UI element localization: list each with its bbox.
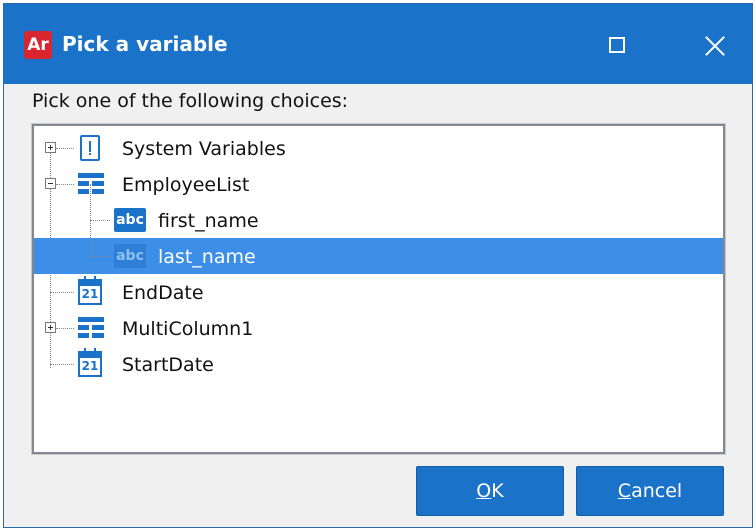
close-icon <box>704 35 726 57</box>
tree-item-label: MultiColumn1 <box>122 318 254 340</box>
text-variable-icon: abc <box>114 208 146 232</box>
tree-item-system-variables[interactable]: System Variables <box>34 130 723 166</box>
calendar-icon: 21 <box>78 348 102 377</box>
tree-item-enddate[interactable]: 21 EndDate <box>34 274 723 310</box>
tree-item-employeelist[interactable]: EmployeeList <box>34 166 723 202</box>
tree-item-label: EmployeeList <box>122 174 250 196</box>
tree-connector-line <box>90 238 91 256</box>
app-logo-icon: Ar <box>24 31 52 59</box>
table-icon <box>78 317 104 339</box>
tree-item-startdate[interactable]: 21 StartDate <box>34 346 723 382</box>
cancel-button[interactable]: Cancel <box>576 466 724 516</box>
close-button[interactable] <box>694 26 734 66</box>
ok-label: K <box>491 480 504 502</box>
maximize-icon <box>609 37 625 53</box>
document-icon <box>80 135 100 161</box>
collapse-icon[interactable] <box>45 178 56 189</box>
maximize-button[interactable] <box>598 26 638 66</box>
tree-item-first-name[interactable]: abc first_name <box>34 202 723 238</box>
ok-mnemonic: O <box>476 480 492 502</box>
tree-item-label: StartDate <box>122 354 214 376</box>
instruction-label: Pick one of the following choices: <box>32 90 349 112</box>
table-icon <box>78 173 104 195</box>
tree-item-label: first_name <box>158 210 259 232</box>
tree-connector-line <box>90 256 110 257</box>
tree-item-label: System Variables <box>122 138 286 160</box>
title-bar[interactable]: Ar Pick a variable <box>4 4 752 84</box>
calendar-icon: 21 <box>78 276 102 305</box>
pick-variable-dialog: Ar Pick a variable Pick one of the follo… <box>3 3 753 528</box>
variable-tree[interactable]: System Variables EmployeeList abc first_… <box>31 123 726 455</box>
tree-item-last-name[interactable]: abc last_name <box>34 238 723 274</box>
tree-item-label: EndDate <box>122 282 204 304</box>
ok-button[interactable]: OK <box>416 466 564 516</box>
cancel-mnemonic: C <box>617 480 632 502</box>
expand-icon[interactable] <box>45 142 56 153</box>
text-variable-icon: abc <box>114 244 146 268</box>
cancel-label: ancel <box>631 480 683 502</box>
window-title: Pick a variable <box>62 32 228 56</box>
expand-icon[interactable] <box>45 322 56 333</box>
tree-item-multicolumn1[interactable]: MultiColumn1 <box>34 310 723 346</box>
tree-item-label: last_name <box>158 246 256 268</box>
